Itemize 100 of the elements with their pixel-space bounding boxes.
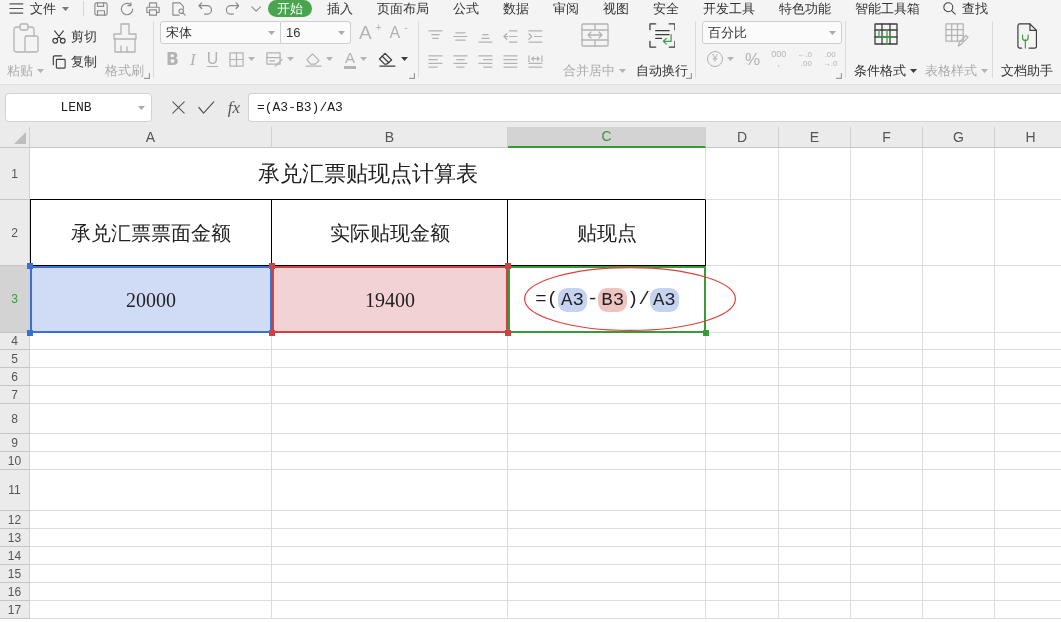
- chevron-down-icon[interactable]: [251, 5, 262, 12]
- row-header[interactable]: 16: [0, 583, 30, 601]
- menu-tab[interactable]: 页面布局: [367, 0, 438, 17]
- column-header[interactable]: G: [923, 127, 995, 148]
- wrap-text-icon: [648, 23, 676, 48]
- menu-tab[interactable]: 插入: [317, 0, 362, 17]
- save-icon[interactable]: [93, 1, 108, 16]
- insert-function-button[interactable]: fx: [227, 97, 240, 118]
- column-header[interactable]: D: [706, 127, 779, 148]
- caret-icon[interactable]: [360, 57, 367, 61]
- row-header[interactable]: 5: [0, 350, 30, 368]
- conditional-format-button[interactable]: 条件格式: [853, 21, 918, 79]
- column-header[interactable]: H: [995, 127, 1061, 148]
- header-cell: 贴现点: [508, 200, 706, 266]
- column-header[interactable]: A: [30, 127, 272, 148]
- eraser-icon: [378, 51, 397, 67]
- number-format-select[interactable]: 百分比: [702, 21, 842, 44]
- formula-field[interactable]: =(A3-B3)/A3: [247, 93, 1061, 122]
- corner-handle-icon[interactable]: [269, 330, 275, 336]
- menu-tab[interactable]: 审阅: [543, 0, 588, 17]
- document-wrench-icon: [1016, 23, 1038, 49]
- border-grid-icon: [229, 51, 245, 67]
- row-header[interactable]: 13: [0, 529, 30, 547]
- row-header[interactable]: 9: [0, 434, 30, 452]
- row-header[interactable]: 12: [0, 511, 30, 529]
- search-button[interactable]: 查找: [942, 0, 988, 17]
- font-size-select[interactable]: 16: [281, 21, 351, 44]
- row-header[interactable]: 7: [0, 386, 30, 404]
- redo-icon[interactable]: [224, 2, 240, 15]
- caret-icon: [37, 69, 44, 73]
- row-header[interactable]: 10: [0, 452, 30, 470]
- row-header[interactable]: 6: [0, 368, 30, 386]
- caret-icon: [326, 57, 333, 61]
- dialog-launcher-icon[interactable]: [836, 73, 842, 79]
- undo-icon[interactable]: [197, 2, 213, 15]
- menu-tab[interactable]: 特色功能: [769, 0, 840, 17]
- caret-icon: [910, 69, 917, 73]
- grid-pencil-icon: [944, 23, 969, 47]
- copy-button[interactable]: 复制: [52, 52, 97, 72]
- circular-arrow-icon[interactable]: [119, 1, 134, 16]
- caret-icon[interactable]: [727, 57, 734, 61]
- corner-handle-icon[interactable]: [703, 330, 709, 336]
- cell-reference: A3: [649, 287, 679, 312]
- menu-icon: [9, 3, 24, 14]
- formula-operator: =(: [535, 287, 559, 313]
- caret-icon: [138, 105, 145, 110]
- file-menu[interactable]: 文件: [9, 0, 69, 17]
- menu-tab[interactable]: 公式: [443, 0, 488, 17]
- caret-icon: [400, 57, 408, 61]
- menu-tab[interactable]: 视图: [593, 0, 638, 17]
- corner-handle-icon[interactable]: [27, 263, 33, 269]
- caret-icon: [287, 57, 295, 61]
- menu-tab[interactable]: 安全: [643, 0, 688, 17]
- menu-tab[interactable]: 智能工具箱: [845, 0, 929, 17]
- dialog-launcher-icon[interactable]: [144, 73, 150, 79]
- row-header[interactable]: 8: [0, 404, 30, 434]
- check-icon[interactable]: [198, 101, 215, 114]
- header-cell: 承兑汇票票面金额: [30, 200, 272, 266]
- print-preview-icon[interactable]: [171, 1, 186, 16]
- title-cell: 承兑汇票贴现点计算表: [30, 148, 706, 200]
- dialog-launcher-icon[interactable]: [686, 73, 692, 79]
- row-header[interactable]: 1: [0, 148, 30, 200]
- font-name-select[interactable]: 宋体: [160, 21, 281, 44]
- caret-icon: [338, 30, 345, 35]
- caret-icon: [619, 69, 626, 73]
- corner-handle-icon[interactable]: [505, 330, 511, 336]
- cut-button[interactable]: 剪切: [52, 27, 97, 47]
- column-header[interactable]: E: [779, 127, 851, 148]
- formula-operator: )/: [627, 287, 650, 313]
- cell-reference: B3: [598, 287, 628, 312]
- table-pencil-icon: [266, 51, 284, 67]
- cancel-icon[interactable]: [172, 101, 185, 114]
- formula-operator: -: [586, 287, 599, 313]
- value-cell: 19400: [272, 266, 508, 333]
- column-header[interactable]: B: [272, 127, 508, 148]
- dialog-launcher-icon[interactable]: [409, 73, 415, 79]
- corner-handle-icon[interactable]: [269, 263, 275, 269]
- printer-icon[interactable]: [145, 1, 160, 16]
- row-header[interactable]: 14: [0, 547, 30, 565]
- menu-tab[interactable]: 数据: [493, 0, 538, 17]
- corner-handle-icon[interactable]: [27, 330, 33, 336]
- copy-icon: [52, 55, 66, 69]
- caret-icon: [248, 57, 256, 61]
- column-header[interactable]: F: [851, 127, 923, 148]
- row-header[interactable]: 4: [0, 333, 30, 350]
- corner-handle-icon[interactable]: [505, 263, 511, 269]
- menu-tab[interactable]: 开发工具: [693, 0, 764, 17]
- wrap-text-button[interactable]: 自动换行: [635, 21, 689, 79]
- document-assistant-button[interactable]: 文档助手: [1000, 21, 1054, 79]
- caret-icon: [829, 30, 836, 35]
- row-header[interactable]: 2: [0, 200, 30, 266]
- row-header[interactable]: 17: [0, 601, 30, 619]
- caret-icon: [61, 6, 69, 11]
- row-header[interactable]: 15: [0, 565, 30, 583]
- search-icon: [942, 2, 956, 15]
- row-header[interactable]: 11: [0, 470, 30, 511]
- name-box[interactable]: LENB: [5, 93, 152, 122]
- cell-reference: A3: [558, 287, 587, 312]
- value-cell: 20000: [30, 266, 272, 333]
- select-all-icon[interactable]: [14, 132, 26, 144]
